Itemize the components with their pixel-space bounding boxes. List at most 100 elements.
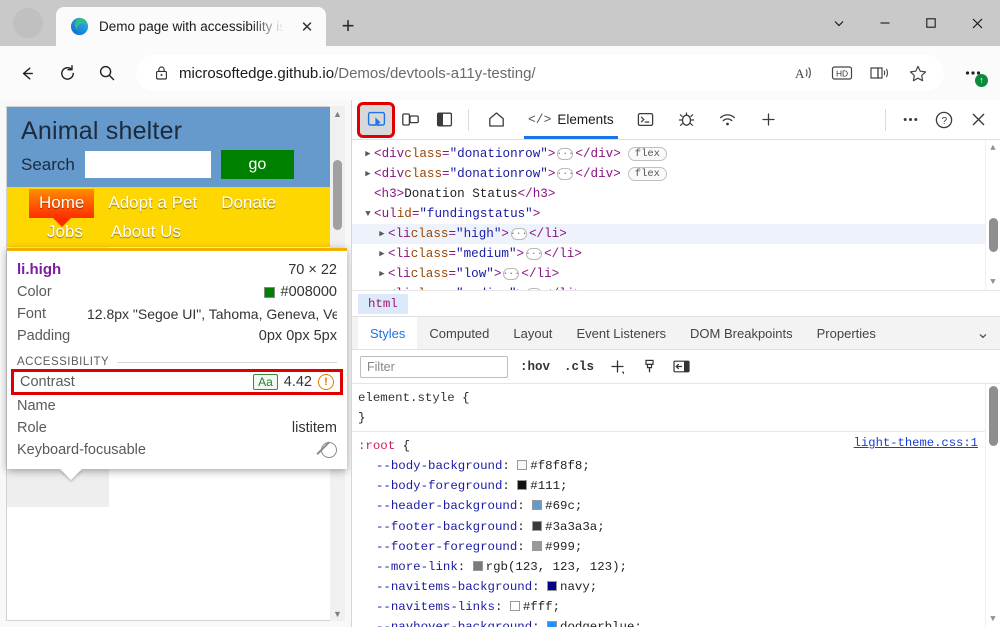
css-declaration[interactable]: --navhover-background: dodgerblue; [358,617,1000,627]
flex-badge[interactable]: flex [628,167,667,181]
css-property-value[interactable]: navy; [560,580,597,594]
styles-rules[interactable]: element.style {}light-theme.css:1:root {… [352,384,1000,627]
collapsed-twisty-icon[interactable]: ▶ [362,149,374,159]
css-property-value[interactable]: #999; [545,540,582,554]
settings-and-more-button[interactable]: ↑ [954,54,992,92]
css-declaration[interactable]: --body-background: #f8f8f8; [358,456,1000,476]
color-swatch-icon[interactable] [532,541,542,551]
tab-dom-breakpoints[interactable]: DOM Breakpoints [678,317,805,349]
css-property-value[interactable]: #111; [530,479,567,493]
page-scrollbar-thumb[interactable] [333,160,342,230]
css-declaration[interactable]: --more-link: rgb(123, 123, 123); [358,557,1000,577]
collapsed-twisty-icon[interactable]: ▶ [376,249,388,259]
expand-ellipsis-icon[interactable]: ··· [526,288,542,290]
paintbrush-icon[interactable] [638,356,660,378]
scroll-down-arrow-icon[interactable]: ▼ [986,274,1000,290]
inspect-element-icon[interactable] [360,105,392,135]
css-property-name[interactable]: --navitems-background [376,580,532,594]
favorites-star-icon[interactable] [900,55,936,91]
more-tabs-plus-icon[interactable] [749,101,788,139]
css-rule[interactable]: light-theme.css:1:root {--body-backgroun… [352,432,1000,627]
collapsed-twisty-icon[interactable]: ▶ [376,289,388,290]
scroll-up-arrow-icon[interactable]: ▲ [330,106,345,121]
hd-video-icon[interactable]: HD [824,55,860,91]
toggle-sidebar-button[interactable] [670,356,692,378]
dom-tree[interactable]: ▶<div class="donationrow">···</div>flex▶… [352,140,1000,290]
css-property-name[interactable]: --more-link [376,560,458,574]
css-rule[interactable]: element.style {} [352,384,1000,432]
expand-ellipsis-icon[interactable]: ··· [557,168,573,180]
css-property-name[interactable]: --body-foreground [376,479,502,493]
dom-tree-node[interactable]: ▶<li class="high">···</li> [352,224,1000,244]
back-button[interactable] [8,54,46,92]
scroll-down-arrow-icon[interactable]: ▼ [330,606,345,621]
dom-tree-node[interactable]: ▶<li class="medium">···</li> [352,244,1000,264]
collapsed-twisty-icon[interactable]: ▶ [376,229,388,239]
tab-computed[interactable]: Computed [417,317,501,349]
tab-welcome[interactable] [477,101,516,139]
css-declaration[interactable]: --footer-foreground: #999; [358,537,1000,557]
expand-ellipsis-icon[interactable]: ··· [526,248,542,260]
css-declaration[interactable]: --navitems-background: navy; [358,577,1000,597]
css-property-value[interactable]: dodgerblue; [560,620,642,627]
dock-side-icon[interactable] [428,105,460,135]
dom-tree-scrollbar[interactable]: ▲ ▼ [985,140,1000,290]
css-property-value[interactable]: #f8f8f8; [530,459,590,473]
minimize-icon[interactable] [862,0,908,46]
expanded-twisty-icon[interactable]: ▼ [362,209,374,219]
color-swatch-icon[interactable] [532,521,542,531]
device-emulation-icon[interactable] [394,105,426,135]
css-selector[interactable]: element.style { [358,388,1000,408]
color-swatch-icon[interactable] [547,621,557,627]
search-input[interactable] [85,151,211,178]
dom-tree-node[interactable]: ▶<li class="low">···</li> [352,264,1000,284]
expand-ellipsis-icon[interactable]: ··· [511,228,527,240]
expand-ellipsis-icon[interactable]: ··· [557,148,573,160]
filter-input[interactable]: Filter [360,356,508,378]
css-property-name[interactable]: --navitems-links [376,600,495,614]
styles-scrollbar[interactable]: ▼ [985,384,1000,627]
dom-tree-node[interactable]: ▶<h3>Donation Status</h3> [352,184,1000,204]
address-bar[interactable]: microsoftedge.github.io/Demos/devtools-a… [136,55,944,91]
color-swatch-icon[interactable] [547,581,557,591]
collapsed-twisty-icon[interactable]: ▶ [376,269,388,279]
nav-link-about-us[interactable]: About Us [101,218,191,247]
close-devtools-icon[interactable] [962,105,994,135]
styles-scrollbar-thumb[interactable] [989,386,998,446]
breadcrumb-item-html[interactable]: html [358,294,408,314]
scroll-up-arrow-icon[interactable]: ▲ [986,140,1000,156]
nav-link-adopt-a-pet[interactable]: Adopt a Pet [98,189,207,218]
tab-close-icon[interactable]: ✕ [294,14,320,40]
maximize-icon[interactable] [908,0,954,46]
immersive-reader-icon[interactable] [862,55,898,91]
nav-link-donate[interactable]: Donate [211,189,286,218]
css-property-name[interactable]: --navhover-background [376,620,532,627]
browser-tab[interactable]: Demo page with accessibility issu ✕ [56,7,326,46]
color-swatch-icon[interactable] [517,460,527,470]
stylesheet-source-link[interactable]: light-theme.css:1 [854,436,978,450]
collapsed-twisty-icon[interactable]: ▶ [362,169,374,179]
expand-ellipsis-icon[interactable]: ··· [503,268,519,280]
cls-button[interactable]: .cls [562,360,596,374]
new-tab-button[interactable]: + [330,9,366,43]
tab-actions-chevron-icon[interactable] [816,0,862,46]
tab-layout[interactable]: Layout [501,317,564,349]
css-property-value[interactable]: rgb(123, 123, 123); [486,560,627,574]
color-swatch-icon[interactable] [473,561,483,571]
dom-scrollbar-thumb[interactable] [989,218,998,252]
dom-tree-node[interactable]: ▶<li class="medium">···</li> [352,284,1000,290]
tab-debugger[interactable] [667,101,706,139]
css-property-name[interactable]: --footer-background [376,520,517,534]
tab-console[interactable] [626,101,665,139]
breadcrumb[interactable]: html [352,290,1000,316]
color-swatch-icon[interactable] [517,480,527,490]
new-style-rule-button[interactable] [606,356,628,378]
css-declaration[interactable]: --navitems-links: #fff; [358,597,1000,617]
color-swatch-icon[interactable] [510,601,520,611]
chevron-down-icon[interactable]: ⌄ [966,317,1000,349]
flex-badge[interactable]: flex [628,147,667,161]
css-property-name[interactable]: --body-background [376,459,502,473]
scroll-down-arrow-icon[interactable]: ▼ [986,611,1000,627]
close-window-icon[interactable] [954,0,1000,46]
tab-network[interactable] [708,101,747,139]
